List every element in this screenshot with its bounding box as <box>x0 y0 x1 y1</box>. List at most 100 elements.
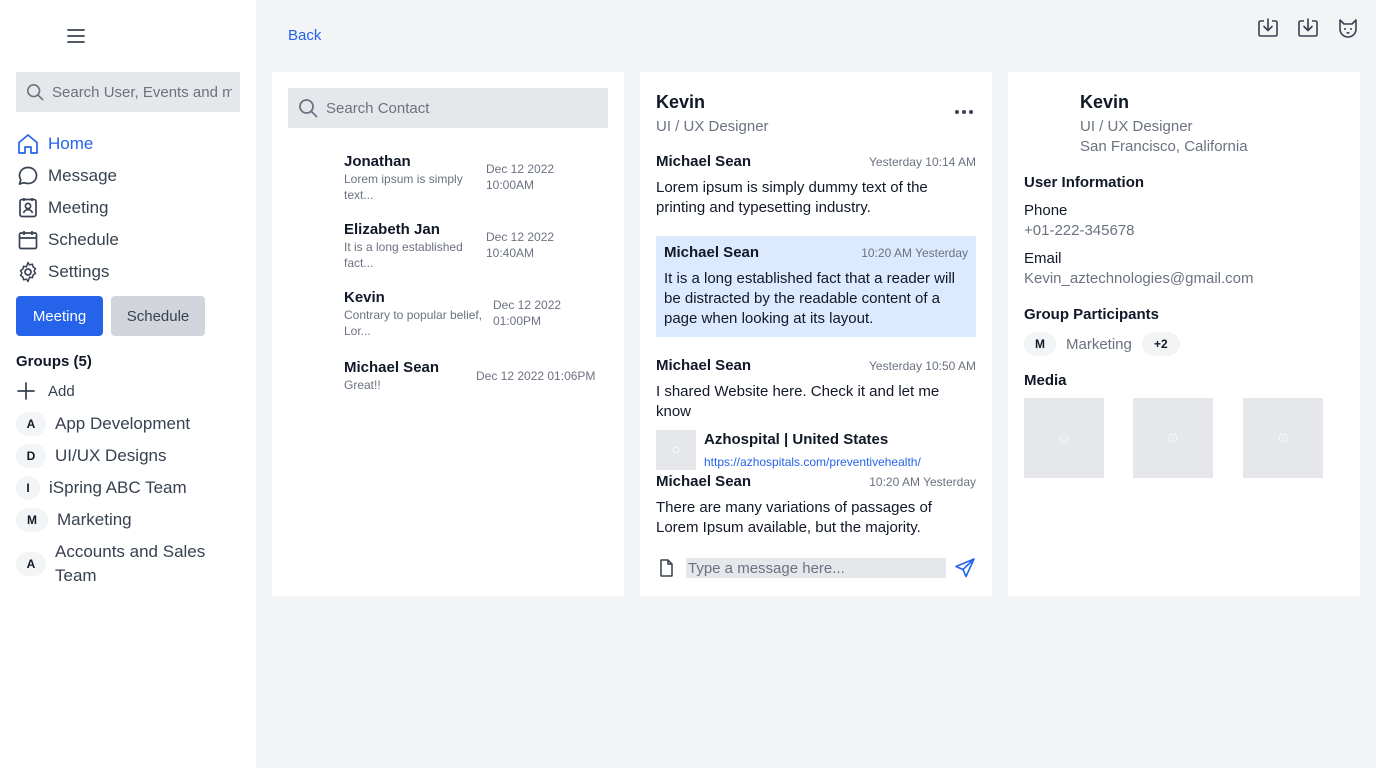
add-group-button[interactable]: Add <box>16 381 75 401</box>
participants-row: M Marketing +2 <box>1024 332 1180 356</box>
group-item[interactable]: A Accounts and Sales Team <box>16 540 215 588</box>
message-text: I shared Website here. Check it and let … <box>656 383 940 420</box>
search-icon <box>26 83 44 101</box>
chat-title: Kevin <box>656 92 706 112</box>
sidebar-buttons: Meeting Schedule <box>16 296 205 336</box>
contact-item[interactable]: Jonathan Lorem ipsum is simply text... D… <box>344 153 608 203</box>
contact-time: Dec 12 2022 10:40AM <box>486 230 555 260</box>
message: Michael Sean Yesterday 10:50 AM I shared… <box>656 357 976 472</box>
contact-preview: Lorem ipsum is simply text... <box>344 172 463 202</box>
nav-item-settings[interactable]: Settings <box>16 256 119 288</box>
participant-avatar: M <box>1024 332 1056 356</box>
group-item[interactable]: A App Development <box>16 412 190 436</box>
link-url[interactable]: https://azhospitals.com/preventivehealth… <box>704 452 921 472</box>
contact-search[interactable] <box>288 88 608 128</box>
phone-label: Phone <box>1024 202 1068 219</box>
sidebar-nav: Home Message Meeting Schedule Settings <box>16 128 119 288</box>
group-item[interactable]: I iSpring ABC Team <box>16 476 187 500</box>
media-title: Media <box>1024 372 1067 389</box>
message-sender: Michael Sean <box>656 153 752 170</box>
download-icon[interactable] <box>1296 16 1320 40</box>
nav-item-schedule[interactable]: Schedule <box>16 224 119 256</box>
user-info-title: User Information <box>1024 174 1145 191</box>
contact-search-input[interactable] <box>326 99 586 117</box>
message-icon <box>16 164 40 188</box>
message-text: There are many variations of passages of… <box>656 499 932 536</box>
plus-icon <box>16 381 48 401</box>
group-avatar: I <box>16 476 40 500</box>
more-options-icon[interactable] <box>952 104 976 120</box>
menu-icon[interactable] <box>66 26 86 46</box>
contact-item[interactable]: Elizabeth Jan It is a long established f… <box>344 221 608 271</box>
email-label: Email <box>1024 250 1062 267</box>
nav-item-home[interactable]: Home <box>16 128 119 160</box>
nav-label: Settings <box>48 262 110 281</box>
group-avatar: M <box>16 508 48 532</box>
add-label: Add <box>48 382 75 400</box>
more-participants-badge[interactable]: +2 <box>1141 332 1180 356</box>
group-avatar: A <box>16 552 46 576</box>
phone-value: +01-222-345678 <box>1024 222 1135 239</box>
group-item[interactable]: D UI/UX Designs <box>16 444 166 468</box>
group-name: App Development <box>55 414 191 433</box>
link-thumbnail <box>656 430 696 470</box>
gear-icon <box>16 260 40 284</box>
contact-time: Dec 12 2022 01:06PM <box>476 369 596 383</box>
chat-panel: Kevin UI / UX Designer Michael Sean Yest… <box>640 72 992 596</box>
participant-name: Marketing <box>1066 335 1132 353</box>
group-item[interactable]: M Marketing <box>16 508 132 532</box>
nav-label: Home <box>48 134 94 153</box>
search-icon <box>298 98 318 118</box>
attach-file-icon[interactable] <box>656 558 676 578</box>
profile-location: San Francisco, California <box>1080 138 1248 155</box>
contact-item[interactable]: Kevin Contrary to popular belief, Lor...… <box>344 289 608 339</box>
group-avatar: A <box>16 412 46 436</box>
nav-item-meeting[interactable]: Meeting <box>16 192 119 224</box>
message-text: Lorem ipsum is simply dummy text of the … <box>656 179 928 216</box>
message-composer <box>656 556 976 580</box>
link-title: Azhospital | United States <box>704 431 889 448</box>
chat-subtitle: UI / UX Designer <box>656 118 769 135</box>
message-sender: Michael Sean <box>656 357 752 374</box>
sidebar-search[interactable] <box>16 72 240 112</box>
message-text: It is a long established fact that a rea… <box>664 270 955 327</box>
meeting-button[interactable]: Meeting <box>16 296 103 336</box>
email-value: Kevin_aztechnologies@gmail.com <box>1024 270 1254 287</box>
home-icon <box>16 132 40 156</box>
back-link[interactable]: Back <box>288 27 321 44</box>
message-time: Yesterday 10:50 AM <box>869 359 976 373</box>
group-name: Marketing <box>57 510 132 529</box>
groups-title: Groups (5) <box>16 353 92 370</box>
message-time: 10:20 AM Yesterday <box>861 246 968 260</box>
sidebar-search-input[interactable] <box>52 83 232 101</box>
contact-preview: Great!! <box>344 378 381 392</box>
schedule-button[interactable]: Schedule <box>111 296 205 336</box>
profile-role: UI / UX Designer <box>1080 118 1193 135</box>
contacts-panel: Jonathan Lorem ipsum is simply text... D… <box>272 72 624 596</box>
profile-name: Kevin <box>1080 92 1130 112</box>
media-thumbnail[interactable] <box>1133 398 1213 478</box>
meeting-icon <box>16 196 40 220</box>
contact-item[interactable]: Michael Sean Great!! Dec 12 2022 01:06PM <box>344 359 608 393</box>
message-sender: Michael Sean <box>656 473 752 490</box>
media-thumbnail[interactable] <box>1024 398 1104 478</box>
nav-label: Meeting <box>48 198 109 217</box>
group-name: UI/UX Designs <box>55 446 167 465</box>
media-thumbnail[interactable] <box>1243 398 1323 478</box>
contact-time: Dec 12 2022 10:00AM <box>486 162 555 192</box>
link-preview[interactable]: Azhospital | United States https://azhos… <box>656 430 976 472</box>
sidebar: Home Message Meeting Schedule Settings <box>0 0 256 768</box>
cat-icon[interactable] <box>1336 16 1360 40</box>
participants-title: Group Participants <box>1024 306 1160 323</box>
contact-preview: Contrary to popular belief, Lor... <box>344 308 483 338</box>
message: Michael Sean 10:20 AM Yesterday There ar… <box>656 473 976 538</box>
message: Michael Sean Yesterday 10:14 AM Lorem ip… <box>656 153 976 218</box>
profile-panel: Kevin UI / UX Designer San Francisco, Ca… <box>1008 72 1360 596</box>
send-icon[interactable] <box>954 557 976 579</box>
nav-label: Schedule <box>48 230 119 249</box>
message-input[interactable] <box>686 558 946 578</box>
download-icon[interactable] <box>1256 16 1280 40</box>
calendar-icon <box>16 228 40 252</box>
nav-item-message[interactable]: Message <box>16 160 119 192</box>
nav-label: Message <box>48 166 117 185</box>
